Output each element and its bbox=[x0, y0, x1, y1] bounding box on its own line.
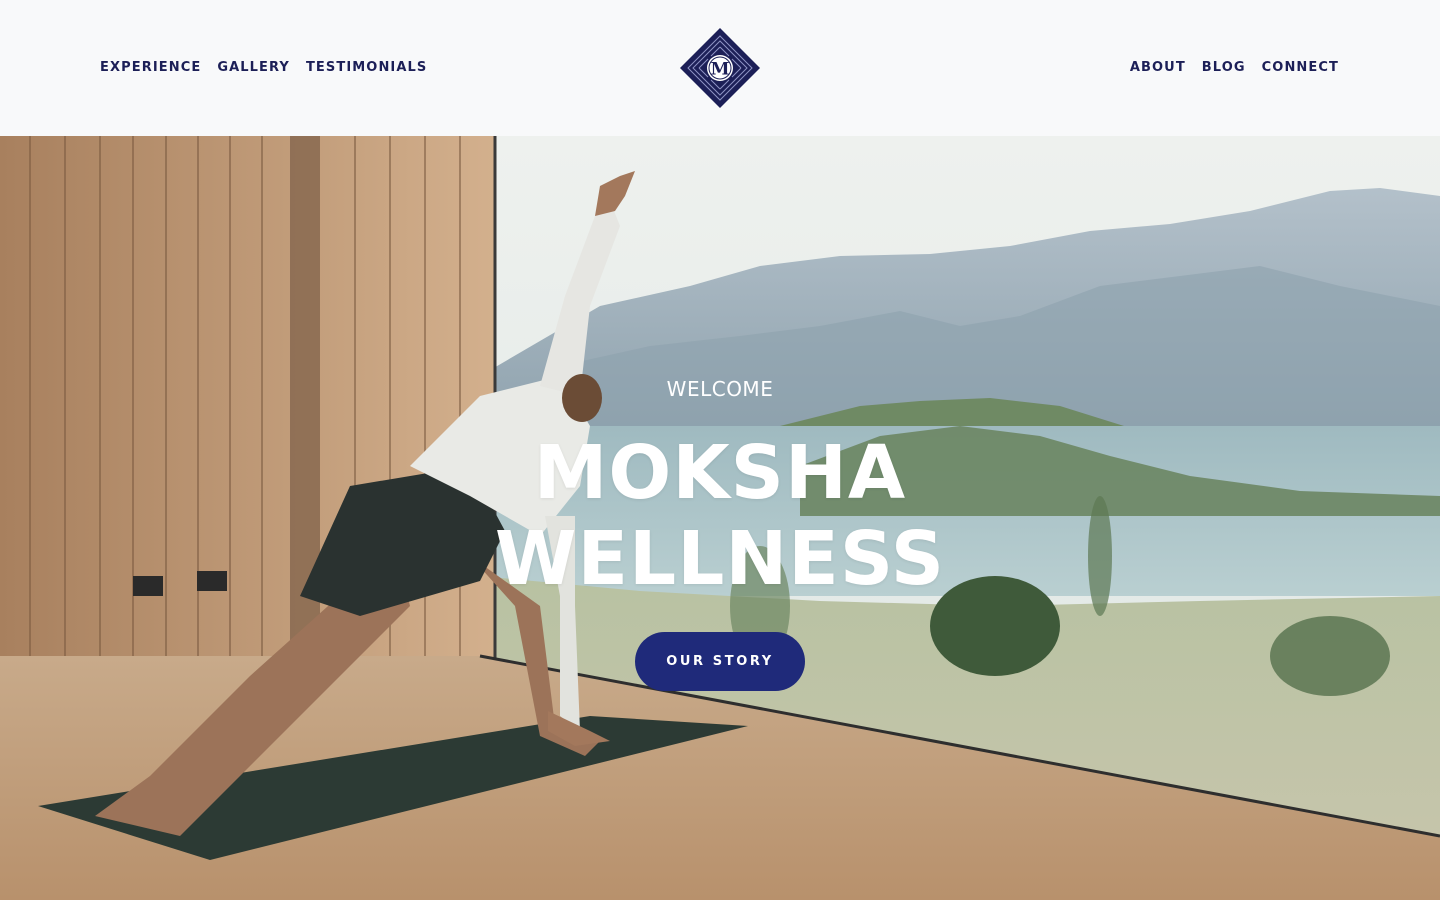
nav-item-connect[interactable]: CONNECT bbox=[1262, 60, 1339, 76]
nav-item-about[interactable]: ABOUT bbox=[1130, 60, 1186, 76]
hero-title-line-2: WELLNESS bbox=[494, 516, 946, 602]
nav-item-testimonials[interactable]: TESTIMONIALS bbox=[306, 60, 427, 76]
nav-right: ABOUT BLOG CONNECT bbox=[1130, 60, 1339, 76]
hero-eyebrow: WELCOME bbox=[666, 377, 774, 401]
logo-letter: M bbox=[711, 60, 730, 80]
hero-section: WELCOME MOKSHA WELLNESS OUR STORY bbox=[0, 136, 1440, 900]
nav-item-blog[interactable]: BLOG bbox=[1202, 60, 1246, 76]
site-header: EXPERIENCE GALLERY TESTIMONIALS M ABOUT … bbox=[0, 0, 1440, 136]
nav-item-gallery[interactable]: GALLERY bbox=[217, 60, 290, 76]
hero-content: WELCOME MOKSHA WELLNESS OUR STORY bbox=[0, 136, 1440, 900]
hero-title-line-1: MOKSHA bbox=[533, 430, 907, 516]
site-logo[interactable]: M bbox=[679, 27, 761, 109]
our-story-button[interactable]: OUR STORY bbox=[635, 632, 805, 691]
nav-left: EXPERIENCE GALLERY TESTIMONIALS bbox=[100, 60, 427, 76]
nav-item-experience[interactable]: EXPERIENCE bbox=[100, 60, 201, 76]
logo-diamond-icon: M bbox=[680, 28, 760, 108]
